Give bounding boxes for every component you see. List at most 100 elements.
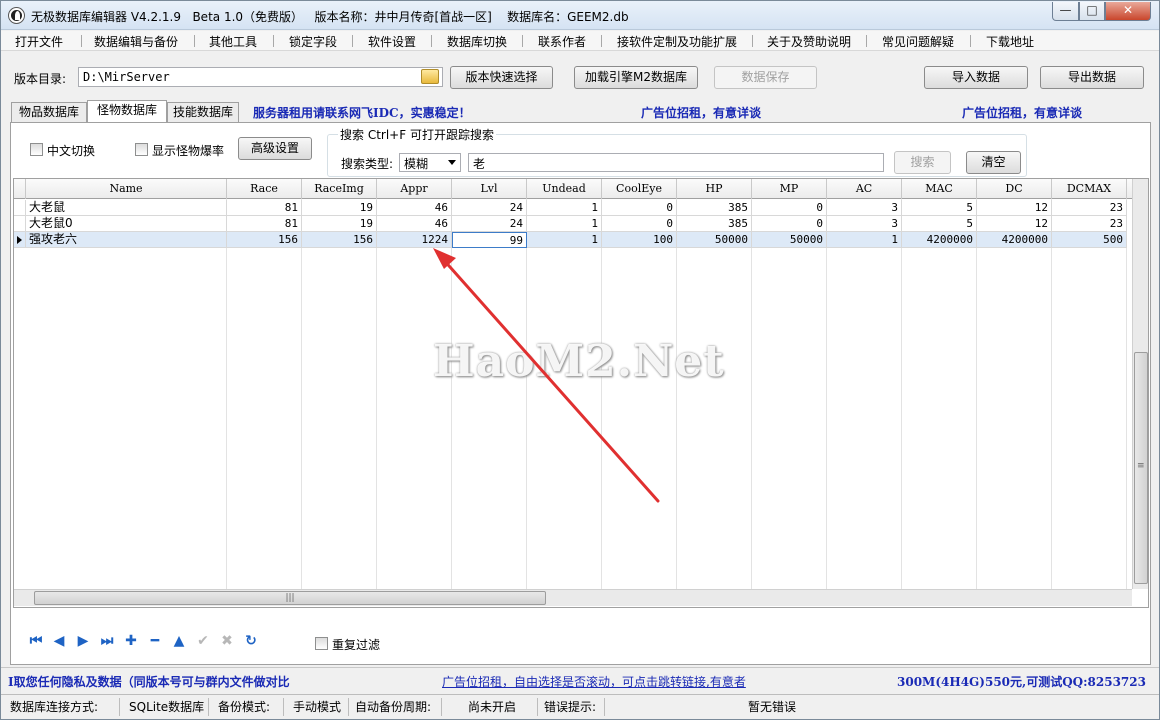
clear-button[interactable]: 清空 (966, 151, 1021, 174)
cell-dcmax[interactable]: 500 (1052, 232, 1127, 248)
minimize-button[interactable]: — (1052, 2, 1079, 21)
cell-dcmax[interactable]: 23 (1052, 216, 1127, 232)
menu-open-file[interactable]: 打开文件 (15, 33, 63, 49)
cell-undead[interactable]: 1 (527, 200, 602, 216)
column-header-mac[interactable]: MAC (902, 179, 977, 199)
tab-monsters-db[interactable]: 怪物数据库 (87, 100, 167, 122)
cell-dc[interactable]: 12 (977, 216, 1052, 232)
column-header-hp[interactable]: HP (677, 179, 752, 199)
cell-cooleye[interactable]: 0 (602, 200, 677, 216)
menu-custom-dev[interactable]: 接软件定制及功能扩展 (617, 33, 737, 49)
cell-cooleye[interactable]: 0 (602, 216, 677, 232)
cell-name[interactable]: 强攻老六 (26, 232, 227, 248)
tab-items-db[interactable]: 物品数据库 (11, 102, 87, 122)
delete-record-icon[interactable]: ━ (144, 630, 166, 652)
column-header-ac[interactable]: AC (827, 179, 902, 199)
search-input[interactable]: 老 (468, 153, 884, 172)
cell-lvl[interactable]: 24 (452, 216, 527, 232)
menu-download[interactable]: 下载地址 (986, 33, 1034, 49)
cell-race[interactable]: 156 (227, 232, 302, 248)
menu-db-switch[interactable]: 数据库切换 (447, 33, 507, 49)
cell-race[interactable]: 81 (227, 200, 302, 216)
menu-settings[interactable]: 软件设置 (368, 33, 416, 49)
ad-slot-2[interactable]: 广告位招租，有意详谈 (962, 104, 1082, 121)
server-ad-text[interactable]: 服务器租用请联系网飞IDC，实惠稳定！ (253, 104, 471, 121)
chinese-switch-checkbox[interactable] (30, 143, 43, 156)
save-data-button[interactable]: 数据保存 (714, 66, 817, 89)
last-record-icon[interactable]: ⏭ (96, 630, 118, 652)
cell-dc[interactable]: 4200000 (977, 232, 1052, 248)
cell-raceimg[interactable]: 156 (302, 232, 377, 248)
cell-raceimg[interactable]: 19 (302, 200, 377, 216)
cell-cooleye[interactable]: 100 (602, 232, 677, 248)
cell-appr[interactable]: 1224 (377, 232, 452, 248)
cell-mac[interactable]: 4200000 (902, 232, 977, 248)
cell-appr[interactable]: 46 (377, 200, 452, 216)
post-edit-icon[interactable]: ✔ (192, 630, 214, 652)
cell-appr[interactable]: 46 (377, 216, 452, 232)
cell-name[interactable]: 大老鼠0 (26, 216, 227, 232)
advanced-settings-button[interactable]: 高级设置 (238, 137, 312, 160)
column-header-race[interactable]: Race (227, 179, 302, 199)
cell-name[interactable]: 大老鼠 (26, 200, 227, 216)
ad-marquee-link[interactable]: 广告位招租，自由选择是否滚动，可点击跳转链接,有意者 (442, 673, 746, 690)
menu-lock-fields[interactable]: 锁定字段 (289, 33, 337, 49)
column-header-name[interactable]: Name (26, 179, 227, 199)
menu-about-sponsor[interactable]: 关于及赞助说明 (767, 33, 851, 49)
cell-ac[interactable]: 1 (827, 232, 902, 248)
table-row[interactable]: 大老鼠 81 19 46 24 1 0 385 0 3 5 12 23 (14, 200, 1127, 216)
search-button[interactable]: 搜索 (894, 151, 951, 174)
cell-dc[interactable]: 12 (977, 200, 1052, 216)
column-header-dc[interactable]: DC (977, 179, 1052, 199)
load-engine-button[interactable]: 加载引擎M2数据库 (574, 66, 698, 89)
cell-lvl[interactable]: 99 (452, 232, 527, 248)
cell-lvl[interactable]: 24 (452, 200, 527, 216)
menu-other-tools[interactable]: 其他工具 (209, 33, 257, 49)
cell-hp[interactable]: 385 (677, 200, 752, 216)
cell-race[interactable]: 81 (227, 216, 302, 232)
column-header-undead[interactable]: Undead (527, 179, 602, 199)
tab-skills-db[interactable]: 技能数据库 (167, 102, 239, 122)
cell-ac[interactable]: 3 (827, 200, 902, 216)
maximize-button[interactable]: □ (1079, 2, 1105, 21)
drop-rate-checkbox[interactable] (135, 143, 148, 156)
vertical-scrollbar[interactable]: ≡ (1132, 179, 1148, 589)
cell-raceimg[interactable]: 19 (302, 216, 377, 232)
column-header-lvl[interactable]: Lvl (452, 179, 527, 199)
prev-record-icon[interactable]: ◀ (48, 630, 70, 652)
horizontal-scroll-thumb[interactable]: ||| (34, 591, 546, 605)
first-record-icon[interactable]: ⏮ (25, 630, 47, 652)
cell-ac[interactable]: 3 (827, 216, 902, 232)
cell-mp[interactable]: 50000 (752, 232, 827, 248)
ad-slot-1[interactable]: 广告位招租，有意详谈 (641, 104, 761, 121)
table-row[interactable]: 大老鼠0 81 19 46 24 1 0 385 0 3 5 12 23 (14, 216, 1127, 232)
search-type-select[interactable]: 模糊 (399, 153, 461, 172)
table-row[interactable]: 强攻老六 156 156 1224 99 1 100 50000 50000 1 4200000 42… (14, 232, 1127, 248)
column-header-dcmax[interactable]: DCMAX (1052, 179, 1127, 199)
horizontal-scrollbar[interactable]: ||| (14, 589, 1132, 606)
cell-mac[interactable]: 5 (902, 200, 977, 216)
refresh-icon[interactable]: ↻ (240, 630, 262, 652)
cell-dcmax[interactable]: 23 (1052, 200, 1127, 216)
cell-undead[interactable]: 1 (527, 232, 602, 248)
menu-data-edit-backup[interactable]: 数据编辑与备份 (94, 33, 178, 49)
column-header-raceimg[interactable]: RaceImg (302, 179, 377, 199)
column-header-appr[interactable]: Appr (377, 179, 452, 199)
monster-grid[interactable]: Name Race RaceImg Appr Lvl Undead CoolEye HP MP A… (13, 178, 1149, 608)
dedupe-checkbox[interactable] (315, 637, 328, 650)
cancel-edit-icon[interactable]: ✖ (216, 630, 238, 652)
import-button[interactable]: 导入数据 (924, 66, 1028, 89)
cell-mac[interactable]: 5 (902, 216, 977, 232)
cell-hp[interactable]: 385 (677, 216, 752, 232)
add-record-icon[interactable]: ✚ (120, 630, 142, 652)
quick-select-button[interactable]: 版本快速选择 (450, 66, 553, 89)
menu-faq[interactable]: 常见问题解疑 (882, 33, 954, 49)
dir-path-input[interactable]: D:\MirServer (78, 67, 443, 87)
column-header-cooleye[interactable]: CoolEye (602, 179, 677, 199)
folder-icon[interactable] (421, 69, 439, 84)
cell-mp[interactable]: 0 (752, 216, 827, 232)
cell-mp[interactable]: 0 (752, 200, 827, 216)
vertical-scroll-thumb[interactable]: ≡ (1134, 352, 1148, 584)
cell-hp[interactable]: 50000 (677, 232, 752, 248)
column-header-mp[interactable]: MP (752, 179, 827, 199)
